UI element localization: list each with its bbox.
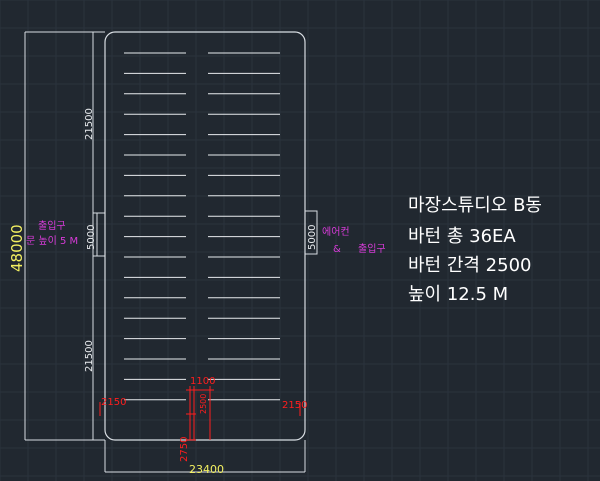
info-height: 높이 12.5 M [408,284,508,305]
left-entrance-label: 출입구 [38,219,66,232]
center-width-label: 1100 [190,376,215,387]
upper-segment-label: 21500 [84,108,95,140]
total-width-label: 23400 [189,463,224,476]
cad-drawing: 48000 21500 21500 5000 5000 23400 1100 2… [0,0,600,481]
left-entrance-dim-label: 5000 [86,225,97,250]
total-length-label: 48000 [8,224,26,272]
right-entrance-dim-label: 5000 [307,225,318,250]
lower-segment-label: 21500 [84,340,95,372]
right-entrance-label-door: 출입구 [358,242,386,255]
right-entrance-label-amp: & [333,244,341,255]
bottom-gap-label: 2750 [179,437,190,462]
left-margin-label: 2150 [101,397,126,408]
pitch-label: 2500 [199,394,208,414]
batten-lines [124,52,280,401]
info-batten-count: 바턴 총 36EA [408,226,516,247]
info-batten-spacing: 바턴 간격 2500 [408,255,532,276]
left-entrance-height-label: 문 높이 5 M [26,235,78,247]
right-entrance-label-ac: 에어컨 [322,226,350,238]
info-title: 마장스튜디오 B동 [408,195,542,216]
right-margin-label: 2150 [282,400,307,411]
